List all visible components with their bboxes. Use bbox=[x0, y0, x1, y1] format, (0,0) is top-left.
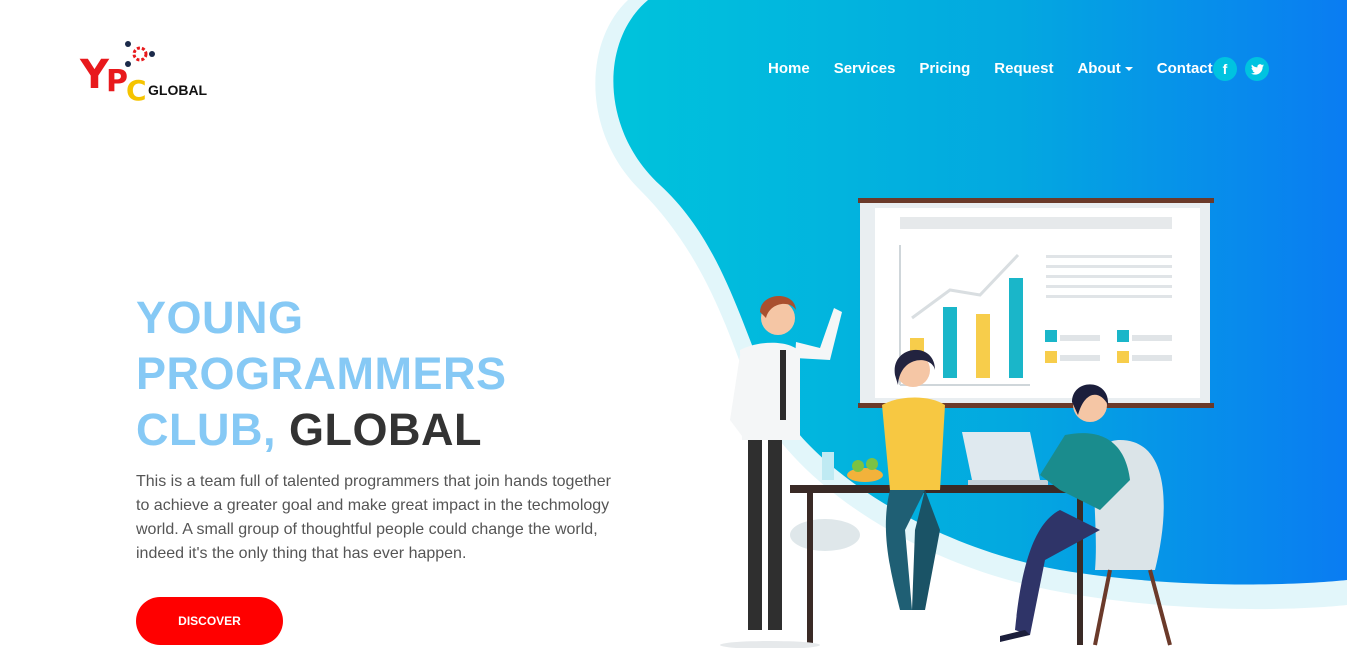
logo-letter-p: P bbox=[106, 64, 128, 99]
nav-home[interactable]: Home bbox=[768, 60, 810, 77]
hero-title-line3-blue: CLUB, bbox=[136, 404, 276, 455]
nav-services[interactable]: Services bbox=[834, 60, 896, 77]
twitter-icon[interactable] bbox=[1245, 57, 1269, 81]
caret-down-icon bbox=[1124, 67, 1133, 72]
nav-request[interactable]: Request bbox=[994, 60, 1053, 77]
hero-title-line2: PROGRAMMERS bbox=[136, 348, 507, 399]
logo-letter-c: C bbox=[126, 74, 147, 107]
hero-title-line1: YOUNG bbox=[136, 292, 304, 343]
nav-pricing[interactable]: Pricing bbox=[919, 60, 970, 77]
main-nav: Home Services Pricing Request About Cont… bbox=[768, 60, 1213, 77]
social-links: f bbox=[1213, 57, 1269, 81]
nav-about-dropdown[interactable]: About bbox=[1077, 60, 1133, 77]
logo-global-text: GLOBAL bbox=[148, 82, 208, 98]
discover-button[interactable]: DISCOVER bbox=[136, 597, 283, 645]
ypc-global-logo[interactable]: Y P C GLOBAL bbox=[80, 40, 220, 107]
team-meeting-illustration bbox=[720, 198, 1214, 648]
hero-description: This is a team full of talented programm… bbox=[136, 473, 611, 562]
nav-contact[interactable]: Contact bbox=[1157, 60, 1213, 77]
hero-title: YOUNG PROGRAMMERS CLUB, GLOBAL bbox=[136, 290, 507, 458]
facebook-icon[interactable]: f bbox=[1213, 57, 1237, 81]
nav-about-label: About bbox=[1077, 60, 1121, 77]
logo-letter-y: Y bbox=[80, 52, 109, 98]
hero-title-line3-dark: GLOBAL bbox=[289, 404, 482, 455]
